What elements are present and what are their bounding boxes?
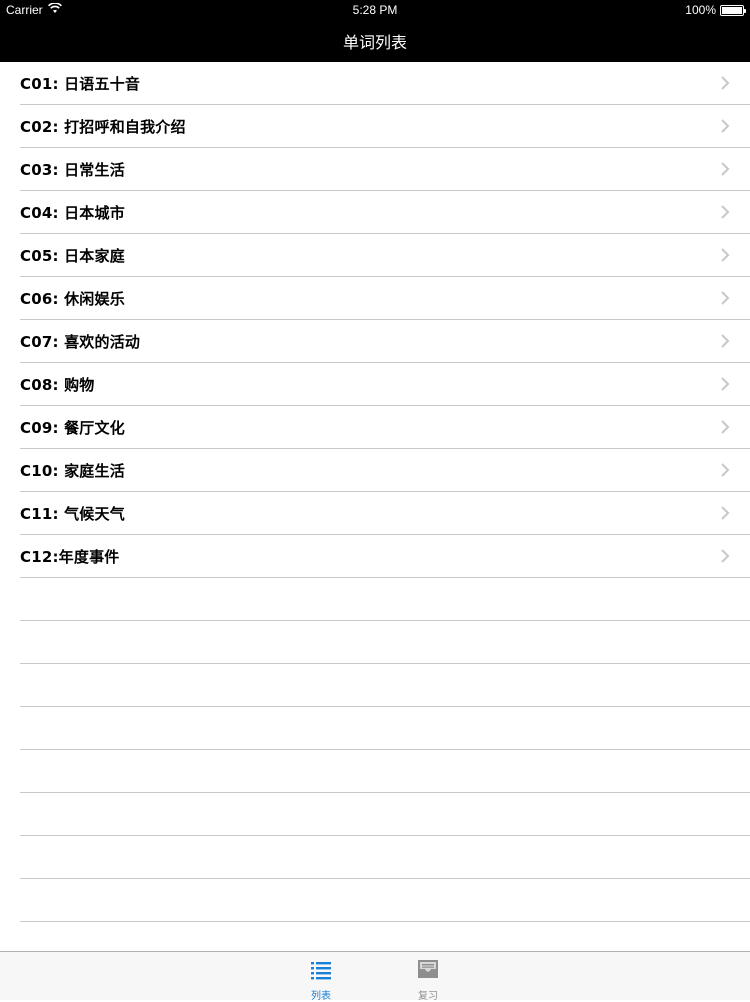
empty-row	[0, 578, 750, 621]
vocabulary-list: C01: 日语五十音 C02: 打招呼和自我介绍 C03: 日常生活 C04: …	[0, 62, 750, 922]
chevron-right-icon	[721, 162, 730, 176]
status-bar: Carrier 5:28 PM 100%	[0, 0, 750, 20]
empty-row	[0, 750, 750, 793]
list-item[interactable]: C03: 日常生活	[0, 148, 750, 191]
list-item-label: C10: 家庭生活	[20, 462, 125, 480]
battery-icon	[720, 4, 746, 16]
status-time: 5:28 PM	[352, 3, 398, 17]
empty-row	[0, 879, 750, 922]
list-item[interactable]: C01: 日语五十音	[0, 62, 750, 105]
chevron-right-icon	[721, 119, 730, 133]
list-item[interactable]: C04: 日本城市	[0, 191, 750, 234]
list-item-label: C01: 日语五十音	[20, 75, 141, 93]
chevron-right-icon	[721, 291, 730, 305]
chevron-right-icon	[721, 463, 730, 477]
list-item-label: C12:年度事件	[20, 548, 120, 566]
tab-review[interactable]: 复习	[398, 956, 458, 1002]
list-item[interactable]: C06: 休闲娱乐	[0, 277, 750, 320]
empty-row	[0, 793, 750, 836]
chevron-right-icon	[721, 334, 730, 348]
chevron-right-icon	[721, 377, 730, 391]
list-item[interactable]: C05: 日本家庭	[0, 234, 750, 277]
tab-bar: 列表 复习	[0, 951, 750, 1002]
list-icon	[311, 962, 331, 980]
navigation-bar: 单词列表	[0, 20, 750, 62]
empty-row	[0, 836, 750, 879]
list-item-label: C08: 购物	[20, 376, 95, 394]
list-item[interactable]: C10: 家庭生活	[0, 449, 750, 492]
chevron-right-icon	[721, 248, 730, 262]
chevron-right-icon	[721, 205, 730, 219]
chevron-right-icon	[721, 549, 730, 563]
page-title: 单词列表	[342, 33, 407, 52]
list-item[interactable]: C12:年度事件	[0, 535, 750, 578]
list-item-label: C07: 喜欢的活动	[20, 333, 141, 351]
list-item-label: C03: 日常生活	[20, 161, 125, 179]
list-item[interactable]: C08: 购物	[0, 363, 750, 406]
list-item[interactable]: C07: 喜欢的活动	[0, 320, 750, 363]
list-item[interactable]: C09: 餐厅文化	[0, 406, 750, 449]
list-item-label: C11: 气候天气	[20, 505, 125, 523]
list-item-label: C02: 打招呼和自我介绍	[20, 118, 186, 136]
battery-percent: 100%	[685, 3, 716, 17]
tab-list[interactable]: 列表	[291, 956, 351, 1002]
list-item-label: C06: 休闲娱乐	[20, 290, 125, 308]
chevron-right-icon	[721, 76, 730, 90]
chevron-right-icon	[721, 420, 730, 434]
empty-row	[0, 707, 750, 750]
list-item-label: C05: 日本家庭	[20, 247, 125, 265]
list-item-label: C09: 餐厅文化	[20, 419, 125, 437]
list-item[interactable]: C02: 打招呼和自我介绍	[0, 105, 750, 148]
empty-row	[0, 621, 750, 664]
list-item[interactable]: C11: 气候天气	[0, 492, 750, 535]
empty-row	[0, 664, 750, 707]
chevron-right-icon	[721, 506, 730, 520]
inbox-icon	[418, 960, 438, 978]
status-right: 100%	[685, 3, 746, 17]
list-item-label: C04: 日本城市	[20, 204, 125, 222]
